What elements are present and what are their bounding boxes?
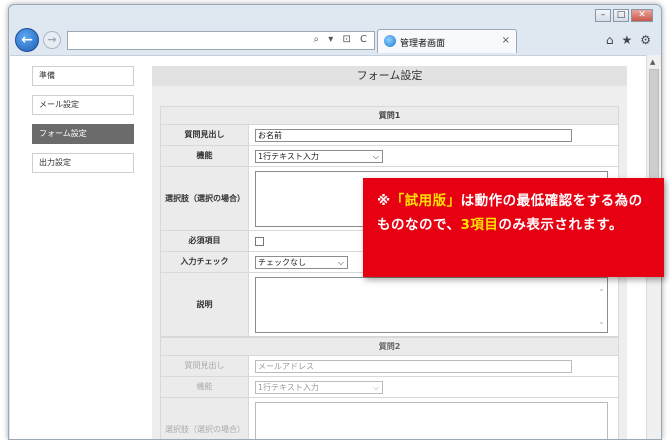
scroll-up-icon[interactable]: ⌃ xyxy=(598,288,605,297)
q1-input-check-value: チェックなし xyxy=(258,257,306,267)
q1-title-row: 質問見出し お名前 xyxy=(160,125,619,146)
quote-close: 」 xyxy=(446,193,461,209)
browser-tab[interactable]: 管理者画面 × xyxy=(377,29,517,53)
q1-description-label: 説明 xyxy=(161,273,249,336)
q1-description-row: 説明 ⌃ ⌄ xyxy=(160,273,619,337)
item-count-text: 3項目 xyxy=(460,217,499,233)
favorites-star-icon[interactable]: ★ xyxy=(621,33,632,47)
tab-close-icon[interactable]: × xyxy=(502,35,510,46)
q2-choices-textarea[interactable] xyxy=(255,401,608,439)
browser-tools: ⌂ ★ ⚙ xyxy=(606,33,651,47)
q2-function-value: 1行テキスト入力 xyxy=(258,382,319,392)
notice-text-2: のみ表示されます。 xyxy=(498,217,624,233)
sidebar-nav: 準備 メール設定 フォーム設定 出力設定 xyxy=(32,66,134,182)
trial-notice-banner: ※「試用版」は動作の最低確認をする為のものなので、3項目のみ表示されます。 xyxy=(363,178,664,277)
q2-title-row: 質問見出し メールアドレス xyxy=(160,356,619,377)
q2-function-row: 機能 1行テキスト入力 ⌵ xyxy=(160,377,619,398)
q1-required-label: 必須項目 xyxy=(161,231,249,251)
chevron-down-icon: ⌵ xyxy=(372,151,379,161)
q1-required-checkbox[interactable] xyxy=(255,236,264,246)
q2-choices-row: 選択肢（選択の場合） xyxy=(160,398,619,439)
settings-gear-icon[interactable]: ⚙ xyxy=(640,33,651,47)
q2-title-label: 質問見出し xyxy=(161,356,249,376)
q1-title-input[interactable]: お名前 xyxy=(255,128,572,142)
notice-mark: ※ xyxy=(377,193,391,209)
sidebar-item-mail-settings[interactable]: メール設定 xyxy=(32,95,134,115)
question-1-header: 質問1 xyxy=(160,106,619,125)
address-bar[interactable]: ⌕ ▾ ⊡ C xyxy=(67,31,375,50)
question-2-block: 質問2 質問見出し メールアドレス 機能 1行テキスト入力 ⌵ 選択肢（選択の場合… xyxy=(160,337,619,439)
q2-title-input[interactable]: メールアドレス xyxy=(255,359,572,373)
maximize-button[interactable]: □ xyxy=(613,9,629,22)
window-controls: – □ ✕ xyxy=(595,9,653,22)
sidebar-item-preparation[interactable]: 準備 xyxy=(32,66,134,86)
q1-choices-label: 選択肢（選択の場合） xyxy=(161,167,249,230)
tab-title: 管理者画面 xyxy=(400,39,446,49)
q1-function-row: 機能 1行テキスト入力 ⌵ xyxy=(160,146,619,167)
trial-version-text: 試用版 xyxy=(404,193,447,209)
sidebar-item-form-settings[interactable]: フォーム設定 xyxy=(32,124,134,144)
q1-function-value: 1行テキスト入力 xyxy=(258,151,319,161)
browser-logo-icon xyxy=(384,35,396,47)
home-icon[interactable]: ⌂ xyxy=(606,33,614,47)
chevron-down-icon: ⌵ xyxy=(372,382,379,392)
q1-input-check-select[interactable]: チェックなし ⌵ xyxy=(255,255,348,269)
address-bar-icons[interactable]: ⌕ ▾ ⊡ C xyxy=(313,34,370,45)
q1-input-check-label: 入力チェック xyxy=(161,252,249,272)
forward-button[interactable]: → xyxy=(43,31,61,49)
close-window-button[interactable]: ✕ xyxy=(631,9,653,22)
arrow-right-icon: → xyxy=(47,33,57,46)
scroll-down-icon[interactable]: ⌄ xyxy=(598,317,605,326)
sidebar-item-output-settings[interactable]: 出力設定 xyxy=(32,153,134,173)
quote-open: 「 xyxy=(390,193,405,209)
title-bar: – □ ✕ xyxy=(9,5,661,27)
q2-function-select[interactable]: 1行テキスト入力 ⌵ xyxy=(255,380,383,394)
navigation-bar: ← → ⌕ ▾ ⊡ C 管理者画面 × ⌂ ★ ⚙ xyxy=(9,27,661,55)
arrow-left-icon: ← xyxy=(21,32,33,48)
back-button[interactable]: ← xyxy=(15,28,39,52)
q2-choices-label: 選択肢（選択の場合） xyxy=(161,398,249,439)
q1-title-label: 質問見出し xyxy=(161,125,249,145)
minimize-button[interactable]: – xyxy=(595,9,611,22)
question-2-header: 質問2 xyxy=(160,337,619,356)
scroll-up-arrow-icon[interactable]: ▲ xyxy=(650,58,655,66)
page-title: フォーム設定 xyxy=(152,66,627,86)
q1-description-textarea[interactable]: ⌃ ⌄ xyxy=(255,276,608,333)
q2-function-label: 機能 xyxy=(161,377,249,397)
q1-function-select[interactable]: 1行テキスト入力 ⌵ xyxy=(255,149,383,163)
chevron-down-icon: ⌵ xyxy=(337,257,344,267)
q1-function-label: 機能 xyxy=(161,146,249,166)
